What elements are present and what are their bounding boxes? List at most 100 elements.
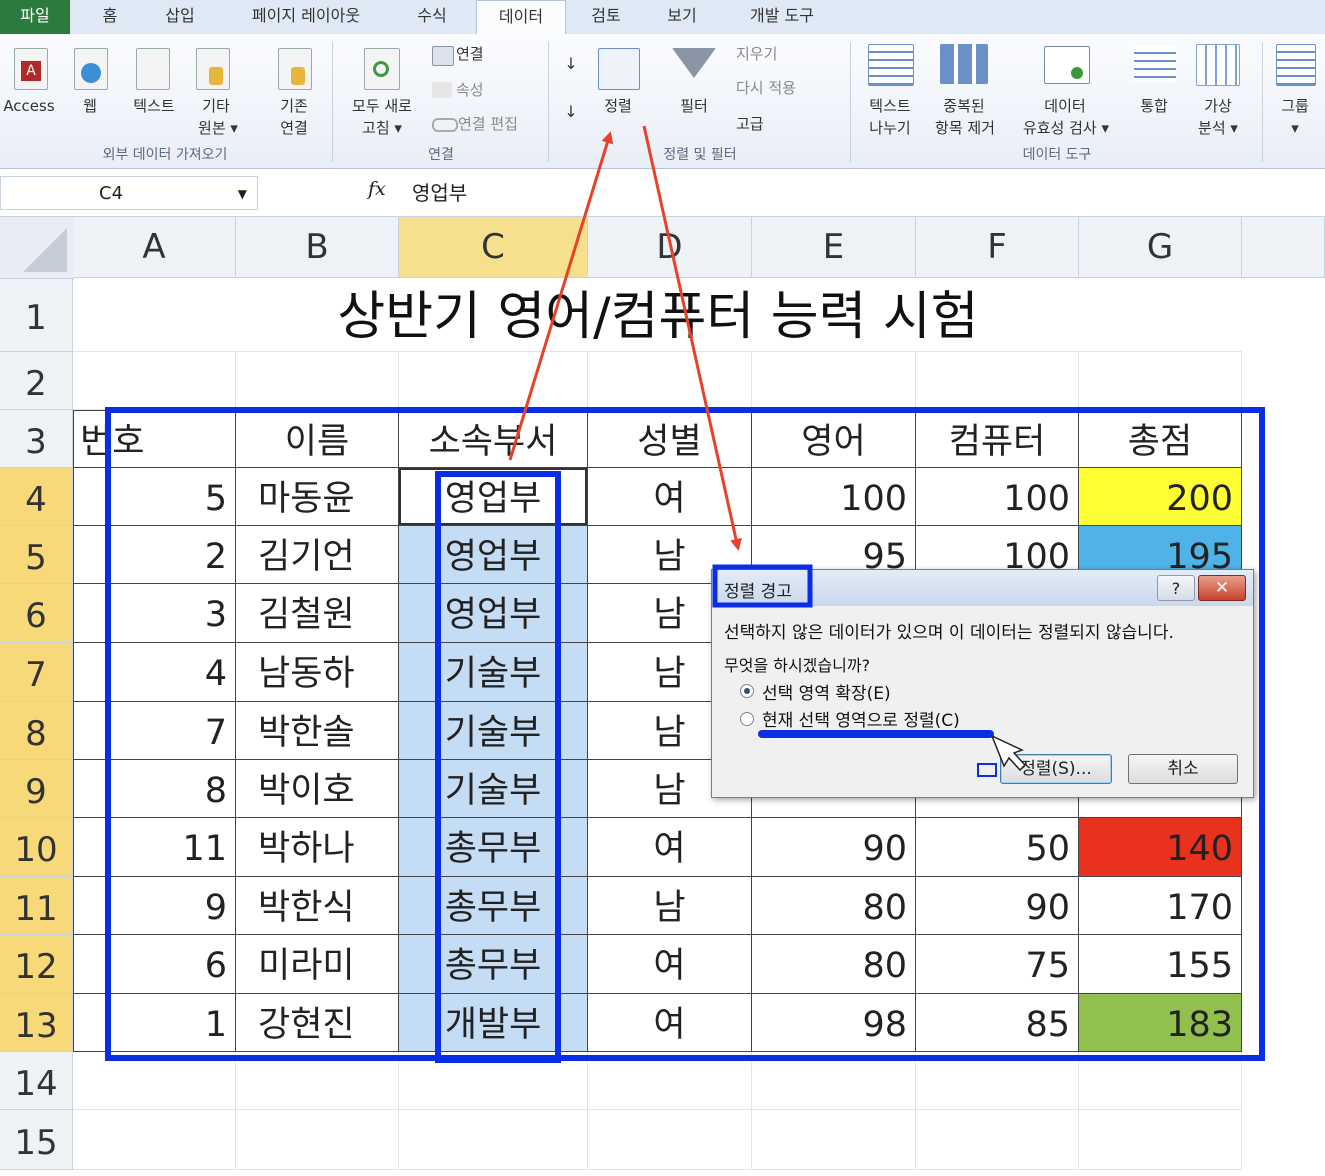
cell-d15[interactable]	[588, 1110, 752, 1170]
cell-b2[interactable]	[236, 352, 399, 410]
cell-e3[interactable]: 영어	[752, 410, 916, 468]
cell-a5[interactable]: 2	[73, 526, 236, 584]
cell-a13[interactable]: 1	[73, 994, 236, 1052]
tab-page-layout[interactable]: 페이지 레이아웃	[226, 0, 386, 34]
current-selection-label[interactable]: 현재 선택 영역으로 정렬(C)	[762, 706, 960, 731]
cell-a11[interactable]: 9	[73, 877, 236, 935]
cell-d11[interactable]: 남	[588, 877, 752, 935]
row-header-14[interactable]: 14	[0, 1052, 73, 1110]
cell-d10[interactable]: 여	[588, 818, 752, 877]
cell-a12[interactable]: 6	[73, 935, 236, 994]
name-box[interactable]: C4 ▼	[0, 176, 258, 210]
cell-b15[interactable]	[236, 1110, 399, 1170]
cell-g11[interactable]: 170	[1079, 877, 1242, 935]
cell-g14[interactable]	[1079, 1052, 1242, 1110]
cell-g15[interactable]	[1079, 1110, 1242, 1170]
row-header-8[interactable]: 8	[0, 702, 73, 760]
cell-c3[interactable]: 소속부서	[399, 410, 588, 468]
cell-c14[interactable]	[399, 1052, 588, 1110]
column-header-a[interactable]: A	[73, 217, 236, 278]
row-header-11[interactable]: 11	[0, 877, 73, 935]
tab-file[interactable]: 파일	[0, 0, 70, 34]
tab-data[interactable]: 데이터	[476, 0, 566, 35]
cell-g2[interactable]	[1079, 352, 1242, 410]
select-all-corner[interactable]	[0, 217, 74, 279]
cell-b13[interactable]: 강현진	[236, 994, 399, 1052]
cell-d4[interactable]: 여	[588, 468, 752, 526]
cell-b3[interactable]: 이름	[236, 410, 399, 468]
cell-e10[interactable]: 90	[752, 818, 916, 877]
sort-button-dialog[interactable]: 정렬(S)...	[1000, 754, 1112, 784]
cell-a9[interactable]: 8	[73, 760, 236, 818]
row-header-13[interactable]: 13	[0, 994, 73, 1052]
cell-a10[interactable]: 11	[73, 818, 236, 877]
cell-f12[interactable]: 75	[916, 935, 1079, 994]
cell-e13[interactable]: 98	[752, 994, 916, 1052]
tab-developer[interactable]: 개발 도구	[726, 0, 838, 34]
row-header-3[interactable]: 3	[0, 410, 73, 468]
tab-insert[interactable]: 삽입	[148, 0, 212, 34]
cell-e14[interactable]	[752, 1052, 916, 1110]
cell-c8[interactable]: 기술부	[399, 702, 588, 760]
cancel-button[interactable]: 취소	[1128, 754, 1238, 784]
tab-review[interactable]: 검토	[574, 0, 638, 34]
cell-f3[interactable]: 컴퓨터	[916, 410, 1079, 468]
row-header-2[interactable]: 2	[0, 352, 73, 410]
tab-view[interactable]: 보기	[650, 0, 714, 34]
cell-a15[interactable]	[73, 1110, 236, 1170]
cell-e2[interactable]	[752, 352, 916, 410]
column-header-g[interactable]: G	[1079, 217, 1242, 278]
close-icon[interactable]: ✕	[1198, 575, 1246, 601]
fx-icon[interactable]: fx	[368, 178, 386, 200]
cell-a3[interactable]: 번호	[73, 410, 236, 468]
cell-d3[interactable]: 성별	[588, 410, 752, 468]
cell-a14[interactable]	[73, 1052, 236, 1110]
row-header-1[interactable]: 1	[0, 279, 73, 352]
cell-f13[interactable]: 85	[916, 994, 1079, 1052]
cell-b11[interactable]: 박한식	[236, 877, 399, 935]
cell-a6[interactable]: 3	[73, 584, 236, 643]
cell-b10[interactable]: 박하나	[236, 818, 399, 877]
cell-f14[interactable]	[916, 1052, 1079, 1110]
cell-d2[interactable]	[588, 352, 752, 410]
formula-input[interactable]: 영업부	[412, 176, 467, 210]
cell-c5[interactable]: 영업부	[399, 526, 588, 584]
cell-e4[interactable]: 100	[752, 468, 916, 526]
column-header-f[interactable]: F	[916, 217, 1079, 278]
cell-c7[interactable]: 기술부	[399, 643, 588, 702]
cell-a8[interactable]: 7	[73, 702, 236, 760]
cell-f15[interactable]	[916, 1110, 1079, 1170]
cell-a7[interactable]: 4	[73, 643, 236, 702]
row-header-12[interactable]: 12	[0, 935, 73, 994]
tab-home[interactable]: 홈	[82, 0, 138, 34]
cell-g10[interactable]: 140	[1079, 818, 1242, 877]
cell-d13[interactable]: 여	[588, 994, 752, 1052]
cell-a4[interactable]: 5	[73, 468, 236, 526]
cell-e12[interactable]: 80	[752, 935, 916, 994]
row-header-15[interactable]: 15	[0, 1110, 73, 1170]
cell-c10[interactable]: 총무부	[399, 818, 588, 877]
cell-c9[interactable]: 기술부	[399, 760, 588, 818]
column-header-b[interactable]: B	[236, 217, 399, 278]
cell-f4[interactable]: 100	[916, 468, 1079, 526]
column-header-blank[interactable]	[1242, 217, 1325, 278]
cell-c11[interactable]: 총무부	[399, 877, 588, 935]
cell-b14[interactable]	[236, 1052, 399, 1110]
cell-c4[interactable]: 영업부	[399, 468, 588, 526]
cell-d12[interactable]: 여	[588, 935, 752, 994]
row-header-10[interactable]: 10	[0, 818, 73, 877]
expand-selection-label[interactable]: 선택 영역 확장(E)	[762, 679, 891, 704]
cell-b9[interactable]: 박이호	[236, 760, 399, 818]
row-header-5[interactable]: 5	[0, 526, 73, 584]
help-icon[interactable]: ?	[1157, 575, 1195, 601]
row-header-9[interactable]: 9	[0, 760, 73, 818]
tab-formulas[interactable]: 수식	[400, 0, 464, 34]
chevron-down-icon[interactable]: ▼	[238, 177, 247, 211]
cell-c12[interactable]: 총무부	[399, 935, 588, 994]
expand-selection-radio[interactable]	[740, 684, 754, 698]
cell-b5[interactable]: 김기언	[236, 526, 399, 584]
cell-g3[interactable]: 총점	[1079, 410, 1242, 468]
column-header-c[interactable]: C	[399, 217, 588, 278]
cell-c15[interactable]	[399, 1110, 588, 1170]
cell-b12[interactable]: 미라미	[236, 935, 399, 994]
